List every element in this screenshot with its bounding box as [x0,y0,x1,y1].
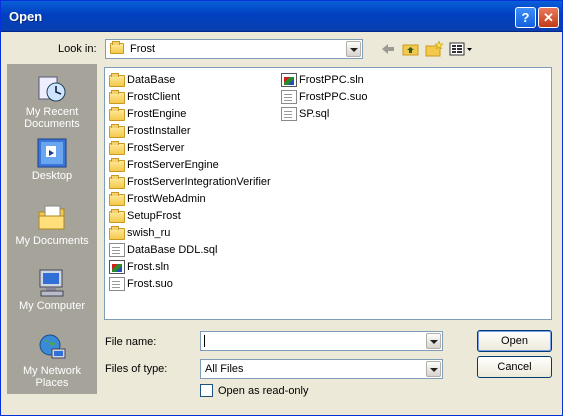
desktop-icon [36,137,68,169]
chevron-down-icon[interactable] [346,41,361,57]
help-button[interactable]: ? [515,7,536,28]
folder-icon [109,141,125,155]
network-places-icon [36,332,68,364]
place-my-network-places[interactable]: My Network Places [7,329,97,389]
recent-documents-icon [36,73,68,105]
view-menu-icon[interactable] [448,39,474,59]
file-type-combo[interactable]: All Files [200,359,443,379]
folder-icon [109,107,125,121]
text-cursor [204,335,205,347]
folder-icon [109,124,125,138]
folder-icon [109,226,125,240]
file-name: FrostInstaller [127,125,191,137]
chevron-down-icon[interactable] [426,361,441,377]
solution-file-icon [281,73,297,87]
document-icon [109,243,125,257]
read-only-checkbox[interactable] [200,384,213,397]
file-list[interactable]: DataBase FrostClient FrostEngine FrostInsta… [104,67,552,320]
file-name: FrostServer [127,142,185,154]
folder-icon [109,158,125,172]
file-name: FrostServerEngine [127,159,219,171]
file-name-label: File name: [105,336,157,348]
file-type-value: All Files [205,363,244,375]
open-dialog: Open ? ✕ Look in: Frost My Recent Docume… [0,0,563,416]
open-button[interactable]: Open [477,330,552,352]
document-icon [281,107,297,121]
file-name: SetupFrost [127,210,181,222]
document-icon [109,277,125,291]
my-documents-icon [36,202,68,234]
my-computer-icon [36,267,68,299]
chevron-down-icon[interactable] [426,333,441,349]
file-name: FrostWebAdmin [127,193,206,205]
file-name: FrostPPC.sln [299,74,364,86]
file-name: FrostPPC.suo [299,91,368,103]
cancel-button[interactable]: Cancel [477,356,552,378]
look-in-value: Frost [130,43,156,55]
file-name-field[interactable] [200,331,443,351]
folder-icon [110,41,124,54]
new-folder-icon[interactable] [424,39,444,59]
folder-icon [109,175,125,189]
place-my-computer[interactable]: My Computer [7,264,97,324]
look-in-combo[interactable]: Frost [105,39,363,59]
place-my-recent-documents[interactable]: My Recent Documents [7,70,97,130]
file-name: DataBase DDL.sql [127,244,218,256]
solution-file-icon [109,260,125,274]
file-name: SP.sql [299,108,330,120]
file-name: DataBase [127,74,176,86]
file-name: Frost.suo [127,278,173,290]
file-name: FrostEngine [127,108,187,120]
folder-icon [109,73,125,87]
document-icon [281,90,297,104]
places-bar: My Recent Documents Desktop My Documents… [7,64,97,394]
title-bar: Open ? ✕ [1,1,562,32]
file-name: FrostServerIntegrationVerifier [127,176,271,188]
close-button[interactable]: ✕ [538,7,559,28]
file-name: swish_ru [127,227,171,239]
dialog-title: Open [9,9,43,24]
place-desktop[interactable]: Desktop [7,134,97,194]
back-arrow-icon[interactable] [378,39,398,59]
file-name: FrostClient [127,91,181,103]
file-name: Frost.sln [127,261,170,273]
read-only-label[interactable]: Open as read-only [218,385,309,397]
look-in-label: Look in: [58,43,97,55]
folder-icon [109,192,125,206]
place-my-documents[interactable]: My Documents [7,199,97,259]
file-type-label: Files of type: [105,363,168,375]
folder-icon [109,90,125,104]
up-folder-icon[interactable] [401,39,421,59]
folder-icon [109,209,125,223]
